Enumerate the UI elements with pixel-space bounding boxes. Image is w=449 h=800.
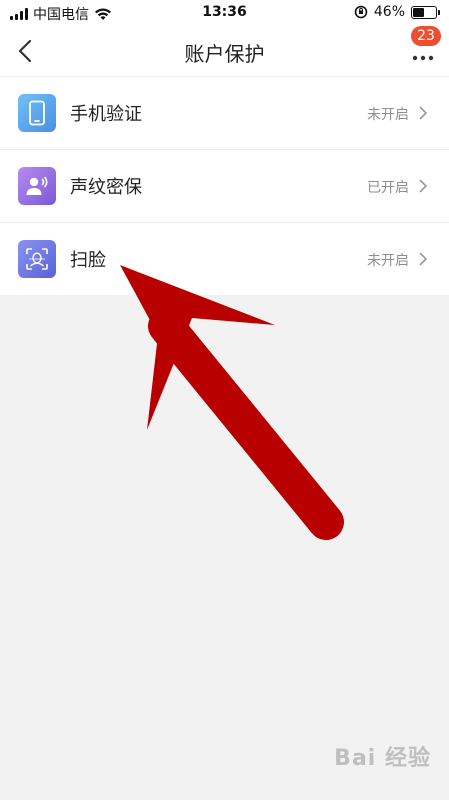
notification-badge: 23 bbox=[411, 26, 441, 46]
battery-percent: 46% bbox=[373, 4, 405, 20]
status-right: 46% bbox=[354, 4, 440, 20]
item-label: 扫脸 bbox=[70, 250, 106, 271]
watermark: Bai 经验 bbox=[334, 746, 431, 771]
battery-icon bbox=[411, 5, 440, 19]
item-label: 声纹密保 bbox=[70, 177, 142, 198]
chevron-right-icon bbox=[419, 106, 428, 120]
status-bar: 中国电信 13:36 46% bbox=[0, 0, 449, 26]
list-item-phone-verify[interactable]: 手机验证 未开启 bbox=[0, 77, 449, 150]
chevron-right-icon bbox=[419, 252, 428, 266]
phone-icon bbox=[18, 94, 56, 132]
orientation-lock-icon bbox=[354, 5, 368, 19]
item-label: 手机验证 bbox=[70, 104, 142, 125]
chevron-right-icon bbox=[419, 179, 428, 193]
list-item-face-scan[interactable]: 扫脸 未开启 bbox=[0, 223, 449, 295]
settings-list: 手机验证 未开启 声纹密保 已开启 扫脸 未开启 bbox=[0, 77, 449, 295]
more-icon[interactable] bbox=[411, 44, 435, 64]
item-status: 未开启 bbox=[367, 253, 409, 269]
nav-bar: 账户保护 23 bbox=[0, 26, 449, 76]
voiceprint-icon bbox=[18, 167, 56, 205]
item-status: 未开启 bbox=[367, 107, 409, 123]
face-scan-icon bbox=[18, 240, 56, 278]
page-title: 账户保护 bbox=[184, 42, 265, 66]
list-item-voiceprint[interactable]: 声纹密保 已开启 bbox=[0, 150, 449, 223]
item-status: 已开启 bbox=[367, 180, 409, 196]
